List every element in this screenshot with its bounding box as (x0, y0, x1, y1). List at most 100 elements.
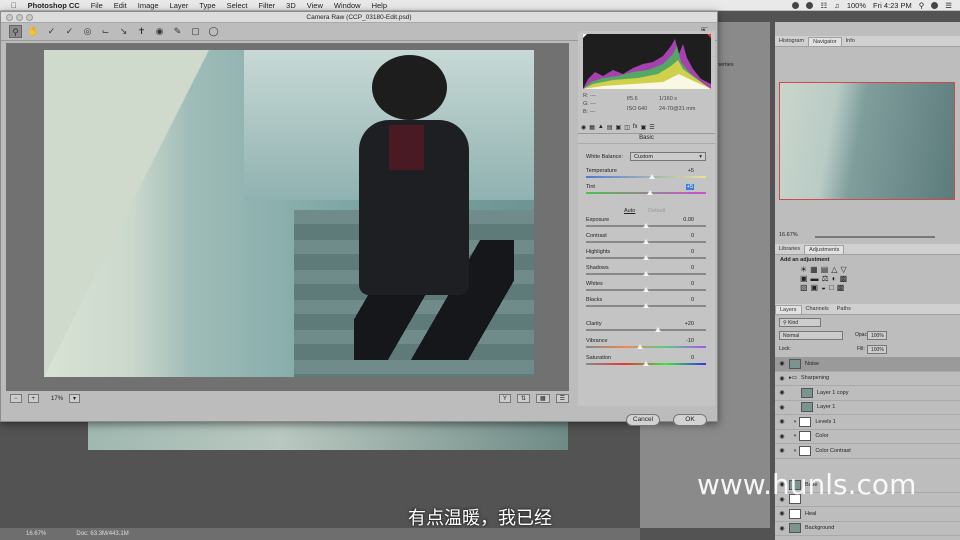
shadow-clip-icon[interactable] (583, 34, 587, 38)
presets-tab-icon[interactable]: ☰ (649, 124, 654, 133)
zoom-dropdown-icon[interactable]: ▾ (69, 394, 81, 403)
temperature-slider[interactable]: Temperature +5 (586, 168, 706, 183)
ok-button[interactable]: OK (673, 414, 707, 426)
slider-value[interactable]: 0 (691, 355, 694, 361)
targeted-adjust-icon[interactable]: ◎ (81, 25, 94, 38)
clock[interactable]: Fri 4:23 PM (873, 1, 912, 10)
menu-layer[interactable]: Layer (170, 1, 189, 10)
menu-filter[interactable]: Filter (258, 1, 275, 10)
effects-tab-icon[interactable]: fx (633, 124, 638, 133)
layer-row[interactable]: ◉ Layer 1 copy (775, 386, 960, 401)
layer-row[interactable]: ◉ ◑ Color (775, 430, 960, 444)
tab-adjustments[interactable]: Adjustments (804, 245, 845, 254)
tone-curve-tab-icon[interactable]: ▦ (589, 124, 595, 133)
highlights-slider[interactable]: Highlights 0 (586, 249, 706, 264)
layer-row[interactable]: ◉ ◑ Levels 1 (775, 415, 960, 430)
slider-value[interactable]: 0 (691, 281, 694, 287)
menu-select[interactable]: Select (227, 1, 248, 10)
tint-slider[interactable]: Tint +5 (586, 184, 706, 199)
menu-image[interactable]: Image (138, 1, 159, 10)
detail-tab-icon[interactable]: ▲ (598, 124, 604, 133)
menu-window[interactable]: Window (334, 1, 361, 10)
copy-settings-icon[interactable]: ▦ (535, 394, 550, 403)
red-eye-icon[interactable]: ◉ (153, 25, 166, 38)
adjustment-brush-icon[interactable]: ✎ (171, 25, 184, 38)
tab-navigator[interactable]: Navigator (808, 37, 842, 46)
status-zoom[interactable]: 16.67% (26, 531, 46, 537)
eye-icon[interactable]: ◉ (775, 404, 789, 411)
layer-row[interactable]: ◉ Heal (775, 507, 960, 522)
contrast-slider[interactable]: Contrast 0 (586, 233, 706, 248)
navigator-zoom[interactable]: 16.67% (779, 232, 798, 238)
blend-mode-select[interactable]: Normal (779, 331, 843, 340)
default-button[interactable]: Default (648, 208, 665, 214)
exposure-slider[interactable]: Exposure 0.00 (586, 217, 706, 232)
slider-value[interactable]: 0 (691, 265, 694, 271)
eye-icon[interactable]: ◉ (775, 433, 789, 440)
eye-icon[interactable]: ◉ (775, 375, 789, 382)
basic-tab-icon[interactable]: ◉ (581, 124, 586, 133)
crop-tool-icon[interactable]: ⌙ (99, 25, 112, 38)
slider-value[interactable]: +5 (688, 168, 694, 174)
layer-row[interactable]: ◉ Noise (775, 357, 960, 372)
battery-level[interactable]: 100% (847, 1, 866, 10)
slider-thumb[interactable] (643, 287, 649, 292)
apple-icon[interactable]:  (11, 1, 17, 10)
slider-value[interactable]: +20 (685, 321, 694, 327)
eye-icon[interactable]: ◉ (775, 447, 789, 454)
saturation-slider[interactable]: Saturation 0 (586, 355, 706, 370)
menu-3d[interactable]: 3D (286, 1, 296, 10)
status-icon[interactable] (792, 2, 800, 9)
zoom-in-icon[interactable]: + (27, 394, 40, 403)
menu-app[interactable]: Photoshop CC (28, 1, 80, 10)
navigator-thumbnail[interactable] (779, 82, 955, 200)
straighten-tool-icon[interactable]: ↘ (117, 25, 130, 38)
eye-icon[interactable]: ◉ (775, 418, 789, 425)
preview-photo[interactable] (44, 50, 534, 377)
white-balance-select[interactable]: Custom ▾ (630, 152, 706, 161)
opacity-input[interactable]: 100% (867, 331, 887, 340)
auto-button[interactable]: Auto (624, 208, 635, 214)
slider-thumb[interactable] (637, 344, 643, 349)
eye-icon[interactable]: ◉ (775, 360, 789, 367)
tab-channels[interactable]: Channels (802, 305, 833, 314)
document-canvas[interactable] (88, 418, 568, 450)
eye-icon[interactable]: ◉ (775, 525, 789, 532)
wifi-icon[interactable]: ☷ (820, 1, 827, 10)
split-tone-tab-icon[interactable]: ▣ (616, 124, 622, 133)
slider-value[interactable]: 0 (691, 249, 694, 255)
radial-filter-icon[interactable]: ◯ (207, 25, 220, 38)
close-icon[interactable] (6, 14, 13, 21)
slider-thumb[interactable] (643, 255, 649, 260)
color-sampler-icon[interactable]: ✓ (63, 25, 76, 38)
lens-tab-icon[interactable]: ◫ (624, 124, 630, 133)
tab-paths[interactable]: Paths (833, 305, 855, 314)
layer-kind-filter[interactable]: ⚲ Kind (779, 318, 821, 327)
slider-value[interactable]: 0 (691, 297, 694, 303)
slider-value[interactable]: 0.00 (683, 217, 694, 223)
slider-thumb[interactable] (643, 239, 649, 244)
shadows-slider[interactable]: Shadows 0 (586, 265, 706, 280)
menu-edit[interactable]: Edit (114, 1, 127, 10)
menu-help[interactable]: Help (372, 1, 387, 10)
hsl-tab-icon[interactable]: ▤ (607, 124, 613, 133)
camera-calibration-tab-icon[interactable]: ▣ (641, 124, 647, 133)
clarity-slider[interactable]: Clarity +20 (586, 321, 706, 336)
menu-file[interactable]: File (91, 1, 103, 10)
adjustment-icons[interactable]: ☀▦▤△▽ ▣▬⚖◐▩ ▧▣◒□▩ (800, 265, 850, 292)
slider-thumb[interactable] (646, 190, 653, 195)
image-preview[interactable] (6, 43, 569, 391)
layer-row[interactable]: ◉ ▸▭ Sharpening (775, 372, 960, 386)
swap-icon[interactable]: ⇅ (516, 394, 530, 403)
status-icon[interactable] (806, 2, 814, 9)
navigator-zoom-slider[interactable] (815, 236, 935, 238)
highlight-clip-icon[interactable] (707, 34, 711, 38)
slider-value[interactable]: 0 (691, 233, 694, 239)
slider-value[interactable]: -10 (686, 338, 694, 344)
search-icon[interactable]: ⚲ (919, 1, 925, 10)
spot-removal-icon[interactable]: ✝ (135, 25, 148, 38)
slider-thumb[interactable] (643, 223, 649, 228)
slider-thumb[interactable] (643, 361, 649, 366)
eye-icon[interactable]: ◉ (775, 510, 789, 517)
settings-toggle-icon[interactable]: ☰ (555, 394, 569, 403)
